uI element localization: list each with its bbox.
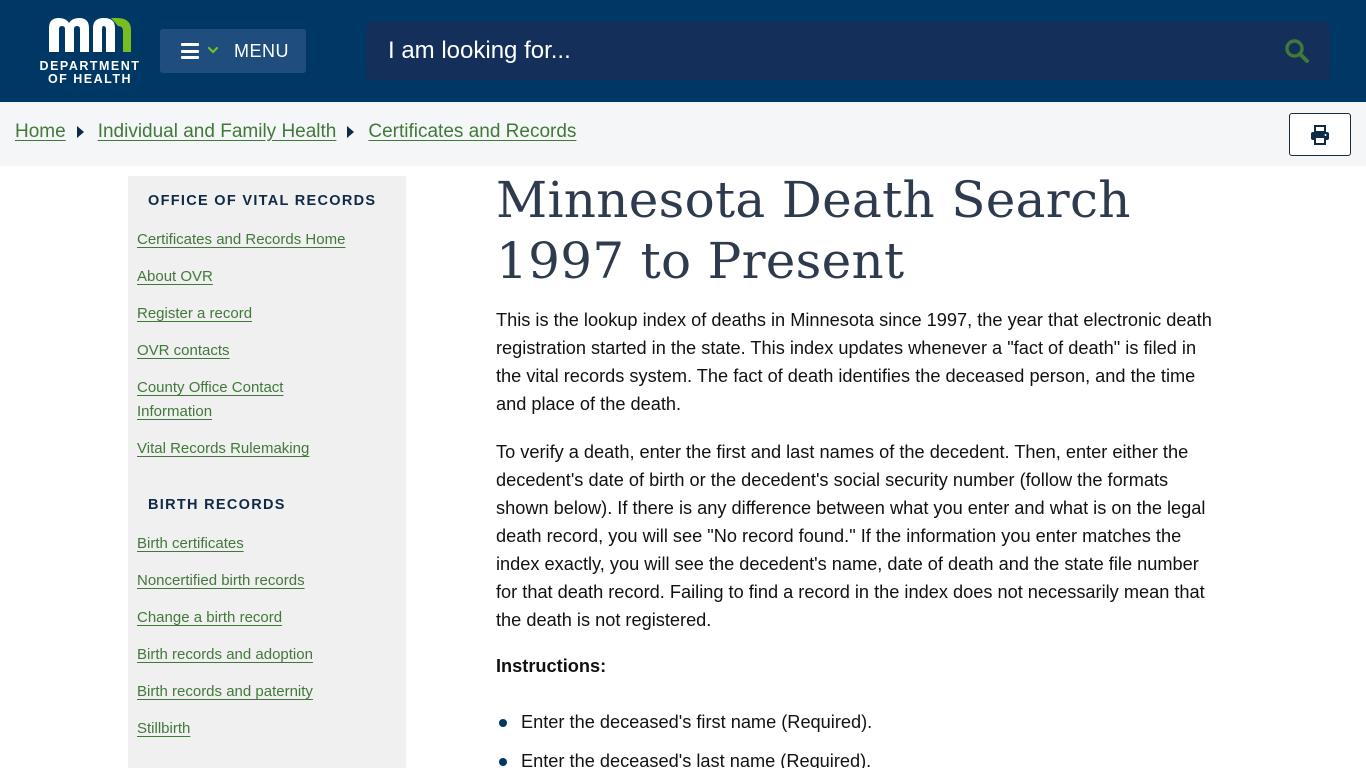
breadcrumb: Home Individual and Family Health Certif… <box>15 121 576 143</box>
breadcrumb-individual-family-health[interactable]: Individual and Family Health <box>98 121 337 143</box>
breadcrumb-separator-icon <box>76 126 84 138</box>
breadcrumb-home[interactable]: Home <box>15 121 66 143</box>
instructions-heading: Instructions: <box>496 656 607 676</box>
menu-button[interactable]: MENU <box>160 29 306 73</box>
breadcrumb-separator-icon <box>347 126 355 138</box>
print-button[interactable] <box>1289 113 1351 156</box>
sidebar-link-birth-records-adoption[interactable]: Birth records and adoption <box>137 643 367 667</box>
logo-text-department: DEPARTMENT <box>39 59 141 73</box>
sidebar: OFFICE OF VITAL RECORDS Certificates and… <box>128 176 406 768</box>
page-title: Minnesota Death Search 1997 to Present <box>496 170 1226 292</box>
sidebar-link-birth-records-paternity[interactable]: Birth records and paternity <box>137 680 367 704</box>
sidebar-link-birth-certificates[interactable]: Birth certificates <box>137 532 367 556</box>
sidebar-link-stillbirth[interactable]: Stillbirth <box>137 717 367 741</box>
instruction-text: Enter the deceased's last name (Required… <box>521 751 872 768</box>
sidebar-link-change-birth-record[interactable]: Change a birth record <box>137 606 367 630</box>
site-header: DEPARTMENT OF HEALTH MENU <box>0 0 1366 102</box>
verify-paragraph: To verify a death, enter the first and l… <box>496 442 1206 630</box>
intro-paragraph: This is the lookup index of deaths in Mi… <box>496 310 1212 414</box>
search-icon[interactable] <box>1284 38 1310 64</box>
sidebar-link-about-ovr[interactable]: About OVR <box>137 265 367 289</box>
bullet-icon <box>499 719 507 727</box>
breadcrumb-bar: Home Individual and Family Health Certif… <box>0 102 1366 166</box>
sidebar-link-vital-records-rulemaking[interactable]: Vital Records Rulemaking <box>137 437 367 461</box>
list-item: Enter the deceased's last name (Required… <box>496 747 872 768</box>
instruction-text: Enter the deceased's first name (Require… <box>521 712 873 732</box>
bullet-icon <box>499 758 507 766</box>
mdh-logo[interactable]: DEPARTMENT OF HEALTH <box>38 14 142 88</box>
main-content: Minnesota Death Search 1997 to Present T… <box>496 170 1226 768</box>
sidebar-link-county-office-contact[interactable]: County Office Contact Information <box>137 376 317 424</box>
sidebar-heading: OFFICE OF VITAL RECORDS <box>148 193 377 209</box>
sidebar-section-vital-records: OFFICE OF VITAL RECORDS <box>148 193 376 209</box>
logo-text-of-health: OF HEALTH <box>47 72 133 86</box>
breadcrumb-certificates-records[interactable]: Certificates and Records <box>368 121 576 143</box>
sidebar-heading: BIRTH RECORDS <box>148 497 286 513</box>
chevron-down-icon <box>207 46 219 54</box>
search-input[interactable] <box>366 22 1266 80</box>
sidebar-link-register-record[interactable]: Register a record <box>137 302 367 326</box>
menu-label: MENU <box>234 41 289 61</box>
sidebar-link-noncertified-birth-records[interactable]: Noncertified birth records <box>137 569 367 593</box>
mn-logo-icon <box>49 18 131 52</box>
site-search <box>366 22 1330 80</box>
sidebar-link-ovr-contacts[interactable]: OVR contacts <box>137 339 367 363</box>
list-item: Enter the deceased's first name (Require… <box>496 708 872 736</box>
hamburger-icon <box>181 43 199 59</box>
instructions-list: Enter the deceased's first name (Require… <box>496 708 872 768</box>
page-title-line1: Minnesota Death Search <box>496 171 1131 229</box>
page-title-line2: 1997 to Present <box>496 232 905 290</box>
sidebar-section-birth-records: BIRTH RECORDS <box>148 497 286 513</box>
printer-icon <box>1311 125 1329 145</box>
sidebar-link-certificates-records-home[interactable]: Certificates and Records Home <box>137 228 367 252</box>
